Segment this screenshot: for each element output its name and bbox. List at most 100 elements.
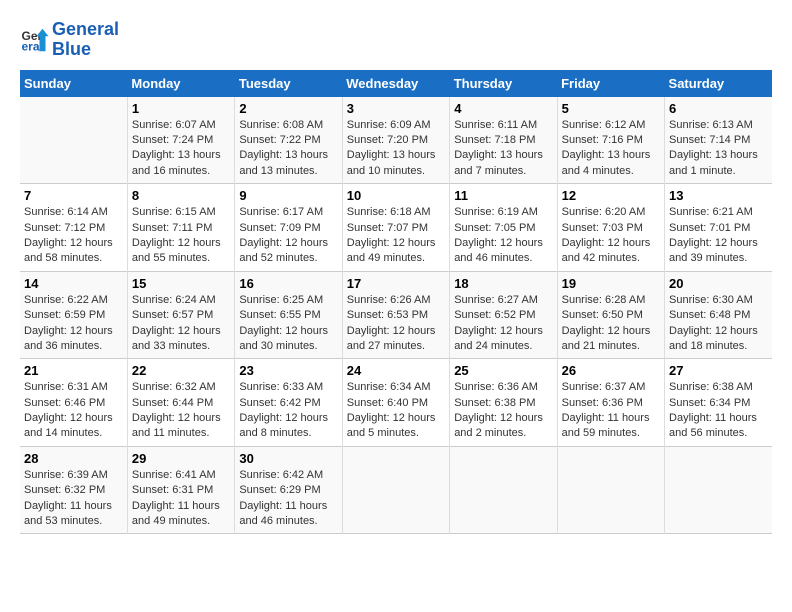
day-info: Sunrise: 6:15 AMSunset: 7:11 PMDaylight:… xyxy=(132,205,230,267)
day-number: 7 xyxy=(24,188,123,203)
week-row-5: 28 Sunrise: 6:39 AMSunset: 6:32 PMDayligh… xyxy=(20,446,772,534)
day-number: 15 xyxy=(132,276,230,291)
day-number: 18 xyxy=(454,276,552,291)
day-number: 1 xyxy=(132,101,230,116)
day-number: 30 xyxy=(239,451,337,466)
calendar-cell xyxy=(665,446,772,534)
calendar-cell: 16 Sunrise: 6:25 AMSunset: 6:55 PMDayligh… xyxy=(235,271,342,359)
week-row-2: 7 Sunrise: 6:14 AMSunset: 7:12 PMDaylight… xyxy=(20,184,772,272)
day-info: Sunrise: 6:42 AMSunset: 6:29 PMDaylight:… xyxy=(239,468,337,530)
day-info: Sunrise: 6:31 AMSunset: 6:46 PMDaylight:… xyxy=(24,380,123,442)
day-number: 20 xyxy=(669,276,768,291)
day-number: 14 xyxy=(24,276,123,291)
day-info: Sunrise: 6:32 AMSunset: 6:44 PMDaylight:… xyxy=(132,380,230,442)
calendar-cell: 30 Sunrise: 6:42 AMSunset: 6:29 PMDayligh… xyxy=(235,446,342,534)
calendar-cell: 7 Sunrise: 6:14 AMSunset: 7:12 PMDaylight… xyxy=(20,184,127,272)
day-info: Sunrise: 6:30 AMSunset: 6:48 PMDaylight:… xyxy=(669,293,768,355)
day-number: 21 xyxy=(24,363,123,378)
day-info: Sunrise: 6:27 AMSunset: 6:52 PMDaylight:… xyxy=(454,293,552,355)
day-number: 22 xyxy=(132,363,230,378)
day-info: Sunrise: 6:28 AMSunset: 6:50 PMDaylight:… xyxy=(562,293,660,355)
calendar-cell: 28 Sunrise: 6:39 AMSunset: 6:32 PMDayligh… xyxy=(20,446,127,534)
header-cell-sunday: Sunday xyxy=(20,70,127,97)
day-info: Sunrise: 6:37 AMSunset: 6:36 PMDaylight:… xyxy=(562,380,660,442)
day-info: Sunrise: 6:34 AMSunset: 6:40 PMDaylight:… xyxy=(347,380,445,442)
week-row-3: 14 Sunrise: 6:22 AMSunset: 6:59 PMDayligh… xyxy=(20,271,772,359)
day-number: 10 xyxy=(347,188,445,203)
calendar-cell xyxy=(20,97,127,184)
calendar-cell: 19 Sunrise: 6:28 AMSunset: 6:50 PMDayligh… xyxy=(557,271,664,359)
day-number: 17 xyxy=(347,276,445,291)
calendar-cell: 1Sunrise: 6:07 AMSunset: 7:24 PMDaylight… xyxy=(127,97,234,184)
logo-text-line1: General xyxy=(52,20,119,40)
day-info: Sunrise: 6:14 AMSunset: 7:12 PMDaylight:… xyxy=(24,205,123,267)
day-number: 9 xyxy=(239,188,337,203)
calendar-cell: 24 Sunrise: 6:34 AMSunset: 6:40 PMDayligh… xyxy=(342,359,449,447)
logo-text-line2: Blue xyxy=(52,40,119,60)
calendar-cell: 9 Sunrise: 6:17 AMSunset: 7:09 PMDaylight… xyxy=(235,184,342,272)
logo: Gen eral General Blue xyxy=(20,20,119,60)
header-cell-saturday: Saturday xyxy=(665,70,772,97)
day-info: Sunrise: 6:20 AMSunset: 7:03 PMDaylight:… xyxy=(562,205,660,267)
day-number: 2 xyxy=(239,101,337,116)
header-cell-thursday: Thursday xyxy=(450,70,557,97)
day-number: 27 xyxy=(669,363,768,378)
day-info: Sunrise: 6:25 AMSunset: 6:55 PMDaylight:… xyxy=(239,293,337,355)
calendar-cell: 6Sunrise: 6:13 AMSunset: 7:14 PMDaylight… xyxy=(665,97,772,184)
week-row-4: 21 Sunrise: 6:31 AMSunset: 6:46 PMDayligh… xyxy=(20,359,772,447)
day-info: Sunrise: 6:12 AMSunset: 7:16 PMDaylight:… xyxy=(562,118,660,180)
calendar-cell: 12 Sunrise: 6:20 AMSunset: 7:03 PMDayligh… xyxy=(557,184,664,272)
header-cell-monday: Monday xyxy=(127,70,234,97)
day-info: Sunrise: 6:21 AMSunset: 7:01 PMDaylight:… xyxy=(669,205,768,267)
calendar-cell: 5 Sunrise: 6:12 AMSunset: 7:16 PMDaylight… xyxy=(557,97,664,184)
day-info: Sunrise: 6:24 AMSunset: 6:57 PMDaylight:… xyxy=(132,293,230,355)
calendar-cell: 8 Sunrise: 6:15 AMSunset: 7:11 PMDaylight… xyxy=(127,184,234,272)
calendar-cell: 17 Sunrise: 6:26 AMSunset: 6:53 PMDayligh… xyxy=(342,271,449,359)
day-number: 25 xyxy=(454,363,552,378)
calendar-cell: 4Sunrise: 6:11 AMSunset: 7:18 PMDaylight… xyxy=(450,97,557,184)
day-info: Sunrise: 6:19 AMSunset: 7:05 PMDaylight:… xyxy=(454,205,552,267)
calendar-cell: 14 Sunrise: 6:22 AMSunset: 6:59 PMDayligh… xyxy=(20,271,127,359)
calendar-cell: 27Sunrise: 6:38 AMSunset: 6:34 PMDayligh… xyxy=(665,359,772,447)
header-row: SundayMondayTuesdayWednesdayThursdayFrid… xyxy=(20,70,772,97)
day-number: 28 xyxy=(24,451,123,466)
calendar-cell: 22 Sunrise: 6:32 AMSunset: 6:44 PMDayligh… xyxy=(127,359,234,447)
day-number: 13 xyxy=(669,188,768,203)
calendar-table: SundayMondayTuesdayWednesdayThursdayFrid… xyxy=(20,70,772,535)
day-info: Sunrise: 6:17 AMSunset: 7:09 PMDaylight:… xyxy=(239,205,337,267)
day-number: 24 xyxy=(347,363,445,378)
calendar-cell xyxy=(557,446,664,534)
calendar-cell: 21 Sunrise: 6:31 AMSunset: 6:46 PMDayligh… xyxy=(20,359,127,447)
day-info: Sunrise: 6:22 AMSunset: 6:59 PMDaylight:… xyxy=(24,293,123,355)
day-number: 16 xyxy=(239,276,337,291)
day-number: 3 xyxy=(347,101,445,116)
calendar-cell: 23Sunrise: 6:33 AMSunset: 6:42 PMDayligh… xyxy=(235,359,342,447)
day-info: Sunrise: 6:13 AMSunset: 7:14 PMDaylight:… xyxy=(669,118,768,180)
week-row-1: 1Sunrise: 6:07 AMSunset: 7:24 PMDaylight… xyxy=(20,97,772,184)
calendar-cell: 13 Sunrise: 6:21 AMSunset: 7:01 PMDayligh… xyxy=(665,184,772,272)
day-number: 4 xyxy=(454,101,552,116)
calendar-cell xyxy=(342,446,449,534)
day-number: 5 xyxy=(562,101,660,116)
day-info: Sunrise: 6:09 AMSunset: 7:20 PMDaylight:… xyxy=(347,118,445,180)
day-number: 8 xyxy=(132,188,230,203)
calendar-cell: 20 Sunrise: 6:30 AMSunset: 6:48 PMDayligh… xyxy=(665,271,772,359)
day-number: 26 xyxy=(562,363,660,378)
calendar-cell: 2 Sunrise: 6:08 AMSunset: 7:22 PMDaylight… xyxy=(235,97,342,184)
day-info: Sunrise: 6:39 AMSunset: 6:32 PMDaylight:… xyxy=(24,468,123,530)
calendar-cell: 18 Sunrise: 6:27 AMSunset: 6:52 PMDayligh… xyxy=(450,271,557,359)
day-number: 19 xyxy=(562,276,660,291)
calendar-cell: 15 Sunrise: 6:24 AMSunset: 6:57 PMDayligh… xyxy=(127,271,234,359)
day-number: 29 xyxy=(132,451,230,466)
day-info: Sunrise: 6:26 AMSunset: 6:53 PMDaylight:… xyxy=(347,293,445,355)
page-header: Gen eral General Blue xyxy=(20,20,772,60)
day-info: Sunrise: 6:08 AMSunset: 7:22 PMDaylight:… xyxy=(239,118,337,180)
calendar-cell: 10Sunrise: 6:18 AMSunset: 7:07 PMDayligh… xyxy=(342,184,449,272)
header-cell-friday: Friday xyxy=(557,70,664,97)
day-number: 12 xyxy=(562,188,660,203)
calendar-cell xyxy=(450,446,557,534)
calendar-cell: 3 Sunrise: 6:09 AMSunset: 7:20 PMDaylight… xyxy=(342,97,449,184)
calendar-cell: 26 Sunrise: 6:37 AMSunset: 6:36 PMDayligh… xyxy=(557,359,664,447)
day-info: Sunrise: 6:41 AMSunset: 6:31 PMDaylight:… xyxy=(132,468,230,530)
day-number: 11 xyxy=(454,188,552,203)
